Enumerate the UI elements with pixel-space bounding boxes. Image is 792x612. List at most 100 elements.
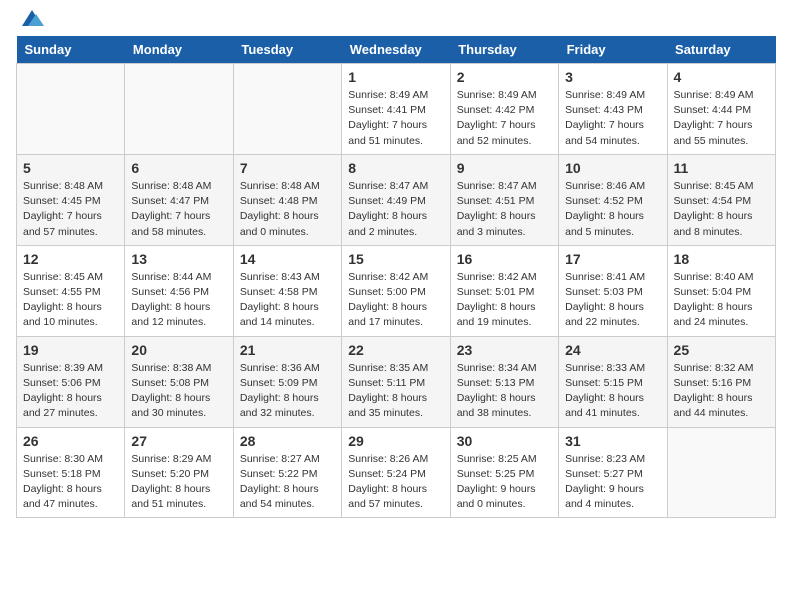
day-info: Sunrise: 8:48 AM Sunset: 4:45 PM Dayligh… <box>23 179 118 240</box>
day-info: Sunrise: 8:29 AM Sunset: 5:20 PM Dayligh… <box>131 452 226 513</box>
day-info: Sunrise: 8:42 AM Sunset: 5:00 PM Dayligh… <box>348 270 443 331</box>
day-info: Sunrise: 8:42 AM Sunset: 5:01 PM Dayligh… <box>457 270 552 331</box>
day-info: Sunrise: 8:49 AM Sunset: 4:43 PM Dayligh… <box>565 88 660 149</box>
day-number: 1 <box>348 69 443 85</box>
day-header-friday: Friday <box>559 36 667 64</box>
day-info: Sunrise: 8:23 AM Sunset: 5:27 PM Dayligh… <box>565 452 660 513</box>
calendar-cell: 4Sunrise: 8:49 AM Sunset: 4:44 PM Daylig… <box>667 64 775 155</box>
day-info: Sunrise: 8:49 AM Sunset: 4:42 PM Dayligh… <box>457 88 552 149</box>
calendar-cell: 16 Sunrise: 8:42 AM Sunset: 5:01 PM Dayli… <box>450 245 558 336</box>
day-info: Sunrise: 8:48 AM Sunset: 4:47 PM Dayligh… <box>131 179 226 240</box>
day-info: Sunrise: 8:45 AM Sunset: 4:54 PM Dayligh… <box>674 179 769 240</box>
calendar-cell: 27 Sunrise: 8:29 AM Sunset: 5:20 PM Dayli… <box>125 427 233 518</box>
calendar-cell: 24Sunrise: 8:33 AM Sunset: 5:15 PM Dayli… <box>559 336 667 427</box>
day-header-tuesday: Tuesday <box>233 36 341 64</box>
calendar-cell: 22Sunrise: 8:35 AM Sunset: 5:11 PM Dayli… <box>342 336 450 427</box>
week-row-3: 12 Sunrise: 8:45 AM Sunset: 4:55 PM Dayli… <box>17 245 776 336</box>
day-header-monday: Monday <box>125 36 233 64</box>
day-info: Sunrise: 8:25 AM Sunset: 5:25 PM Dayligh… <box>457 452 552 513</box>
calendar-cell: 31 Sunrise: 8:23 AM Sunset: 5:27 PM Dayli… <box>559 427 667 518</box>
day-number: 7 <box>240 160 335 176</box>
day-info: Sunrise: 8:32 AM Sunset: 5:16 PM Dayligh… <box>674 361 769 422</box>
week-row-4: 19 Sunrise: 8:39 AM Sunset: 5:06 PM Dayli… <box>17 336 776 427</box>
day-info: Sunrise: 8:33 AM Sunset: 5:15 PM Dayligh… <box>565 361 660 422</box>
calendar-cell: 6 Sunrise: 8:48 AM Sunset: 4:47 PM Daylig… <box>125 154 233 245</box>
day-info: Sunrise: 8:41 AM Sunset: 5:03 PM Dayligh… <box>565 270 660 331</box>
calendar-cell <box>125 64 233 155</box>
day-info: Sunrise: 8:49 AM Sunset: 4:41 PM Dayligh… <box>348 88 443 149</box>
calendar-cell: 30 Sunrise: 8:25 AM Sunset: 5:25 PM Dayli… <box>450 427 558 518</box>
day-info: Sunrise: 8:38 AM Sunset: 5:08 PM Dayligh… <box>131 361 226 422</box>
calendar-cell: 26 Sunrise: 8:30 AM Sunset: 5:18 PM Dayli… <box>17 427 125 518</box>
calendar-cell: 12 Sunrise: 8:45 AM Sunset: 4:55 PM Dayli… <box>17 245 125 336</box>
calendar-cell: 20 Sunrise: 8:38 AM Sunset: 5:08 PM Dayli… <box>125 336 233 427</box>
calendar-cell: 28Sunrise: 8:27 AM Sunset: 5:22 PM Dayli… <box>233 427 341 518</box>
calendar-cell: 15 Sunrise: 8:42 AM Sunset: 5:00 PM Dayli… <box>342 245 450 336</box>
calendar-cell: 8 Sunrise: 8:47 AM Sunset: 4:49 PM Daylig… <box>342 154 450 245</box>
calendar-cell <box>667 427 775 518</box>
calendar-cell: 11 Sunrise: 8:45 AM Sunset: 4:54 PM Dayli… <box>667 154 775 245</box>
day-info: Sunrise: 8:39 AM Sunset: 5:06 PM Dayligh… <box>23 361 118 422</box>
day-info: Sunrise: 8:26 AM Sunset: 5:24 PM Dayligh… <box>348 452 443 513</box>
day-number: 14 <box>240 251 335 267</box>
calendar-cell: 17 Sunrise: 8:41 AM Sunset: 5:03 PM Dayli… <box>559 245 667 336</box>
day-info: Sunrise: 8:35 AM Sunset: 5:11 PM Dayligh… <box>348 361 443 422</box>
calendar-table: SundayMondayTuesdayWednesdayThursdayFrid… <box>16 36 776 518</box>
calendar-cell: 19 Sunrise: 8:39 AM Sunset: 5:06 PM Dayli… <box>17 336 125 427</box>
day-info: Sunrise: 8:30 AM Sunset: 5:18 PM Dayligh… <box>23 452 118 513</box>
week-row-2: 5 Sunrise: 8:48 AM Sunset: 4:45 PM Daylig… <box>17 154 776 245</box>
logo-icon <box>18 8 46 28</box>
day-header-wednesday: Wednesday <box>342 36 450 64</box>
day-info: Sunrise: 8:49 AM Sunset: 4:44 PM Dayligh… <box>674 88 769 149</box>
day-number: 26 <box>23 433 118 449</box>
day-number: 21 <box>240 342 335 358</box>
day-number: 10 <box>565 160 660 176</box>
calendar-cell: 5 Sunrise: 8:48 AM Sunset: 4:45 PM Daylig… <box>17 154 125 245</box>
day-number: 9 <box>457 160 552 176</box>
week-row-1: 1 Sunrise: 8:49 AM Sunset: 4:41 PM Daylig… <box>17 64 776 155</box>
day-number: 18 <box>674 251 769 267</box>
day-number: 16 <box>457 251 552 267</box>
day-number: 11 <box>674 160 769 176</box>
day-number: 6 <box>131 160 226 176</box>
day-header-sunday: Sunday <box>17 36 125 64</box>
day-info: Sunrise: 8:48 AM Sunset: 4:48 PM Dayligh… <box>240 179 335 240</box>
calendar-cell: 21 Sunrise: 8:36 AM Sunset: 5:09 PM Dayli… <box>233 336 341 427</box>
calendar-cell: 3 Sunrise: 8:49 AM Sunset: 4:43 PM Daylig… <box>559 64 667 155</box>
day-number: 23 <box>457 342 552 358</box>
day-info: Sunrise: 8:47 AM Sunset: 4:49 PM Dayligh… <box>348 179 443 240</box>
day-number: 25 <box>674 342 769 358</box>
day-info: Sunrise: 8:46 AM Sunset: 4:52 PM Dayligh… <box>565 179 660 240</box>
day-number: 20 <box>131 342 226 358</box>
day-info: Sunrise: 8:34 AM Sunset: 5:13 PM Dayligh… <box>457 361 552 422</box>
days-header-row: SundayMondayTuesdayWednesdayThursdayFrid… <box>17 36 776 64</box>
calendar-cell: 13Sunrise: 8:44 AM Sunset: 4:56 PM Dayli… <box>125 245 233 336</box>
day-info: Sunrise: 8:43 AM Sunset: 4:58 PM Dayligh… <box>240 270 335 331</box>
logo <box>16 16 46 28</box>
page-header <box>16 16 776 28</box>
calendar-cell: 18 Sunrise: 8:40 AM Sunset: 5:04 PM Dayli… <box>667 245 775 336</box>
day-number: 27 <box>131 433 226 449</box>
day-header-saturday: Saturday <box>667 36 775 64</box>
calendar-cell: 25 Sunrise: 8:32 AM Sunset: 5:16 PM Dayli… <box>667 336 775 427</box>
calendar-cell: 7 Sunrise: 8:48 AM Sunset: 4:48 PM Daylig… <box>233 154 341 245</box>
day-info: Sunrise: 8:36 AM Sunset: 5:09 PM Dayligh… <box>240 361 335 422</box>
day-number: 17 <box>565 251 660 267</box>
calendar-cell: 9Sunrise: 8:47 AM Sunset: 4:51 PM Daylig… <box>450 154 558 245</box>
day-number: 12 <box>23 251 118 267</box>
day-number: 2 <box>457 69 552 85</box>
day-number: 31 <box>565 433 660 449</box>
day-number: 3 <box>565 69 660 85</box>
day-info: Sunrise: 8:27 AM Sunset: 5:22 PM Dayligh… <box>240 452 335 513</box>
day-number: 30 <box>457 433 552 449</box>
day-info: Sunrise: 8:40 AM Sunset: 5:04 PM Dayligh… <box>674 270 769 331</box>
day-info: Sunrise: 8:45 AM Sunset: 4:55 PM Dayligh… <box>23 270 118 331</box>
calendar-cell <box>233 64 341 155</box>
day-number: 5 <box>23 160 118 176</box>
day-number: 13 <box>131 251 226 267</box>
calendar-cell: 1 Sunrise: 8:49 AM Sunset: 4:41 PM Daylig… <box>342 64 450 155</box>
day-number: 15 <box>348 251 443 267</box>
calendar-cell: 10 Sunrise: 8:46 AM Sunset: 4:52 PM Dayli… <box>559 154 667 245</box>
day-number: 8 <box>348 160 443 176</box>
day-number: 19 <box>23 342 118 358</box>
